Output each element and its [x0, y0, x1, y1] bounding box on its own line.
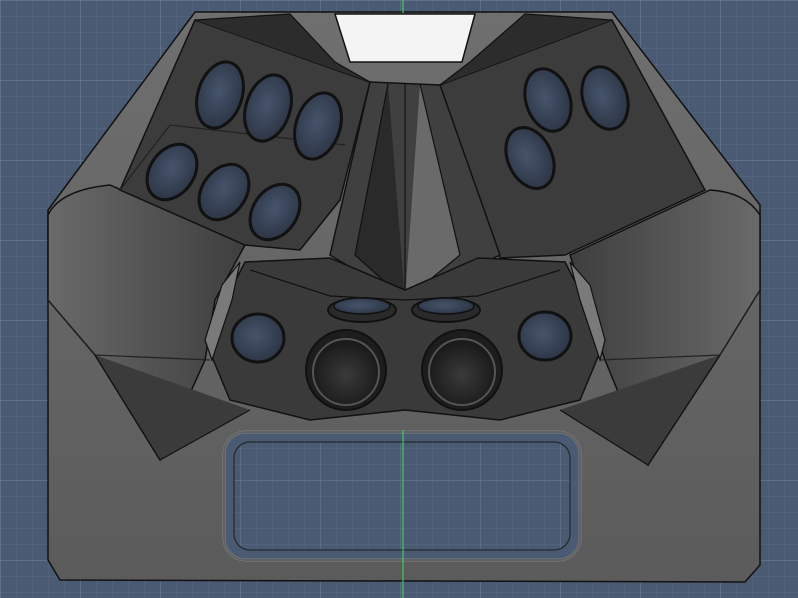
cad-viewport[interactable] [0, 0, 798, 598]
hub-side-hole-right [517, 310, 573, 362]
top-white-panel[interactable] [333, 13, 476, 63]
viewport-canvas[interactable] [0, 0, 798, 598]
hub-side-hole-left [230, 312, 286, 364]
